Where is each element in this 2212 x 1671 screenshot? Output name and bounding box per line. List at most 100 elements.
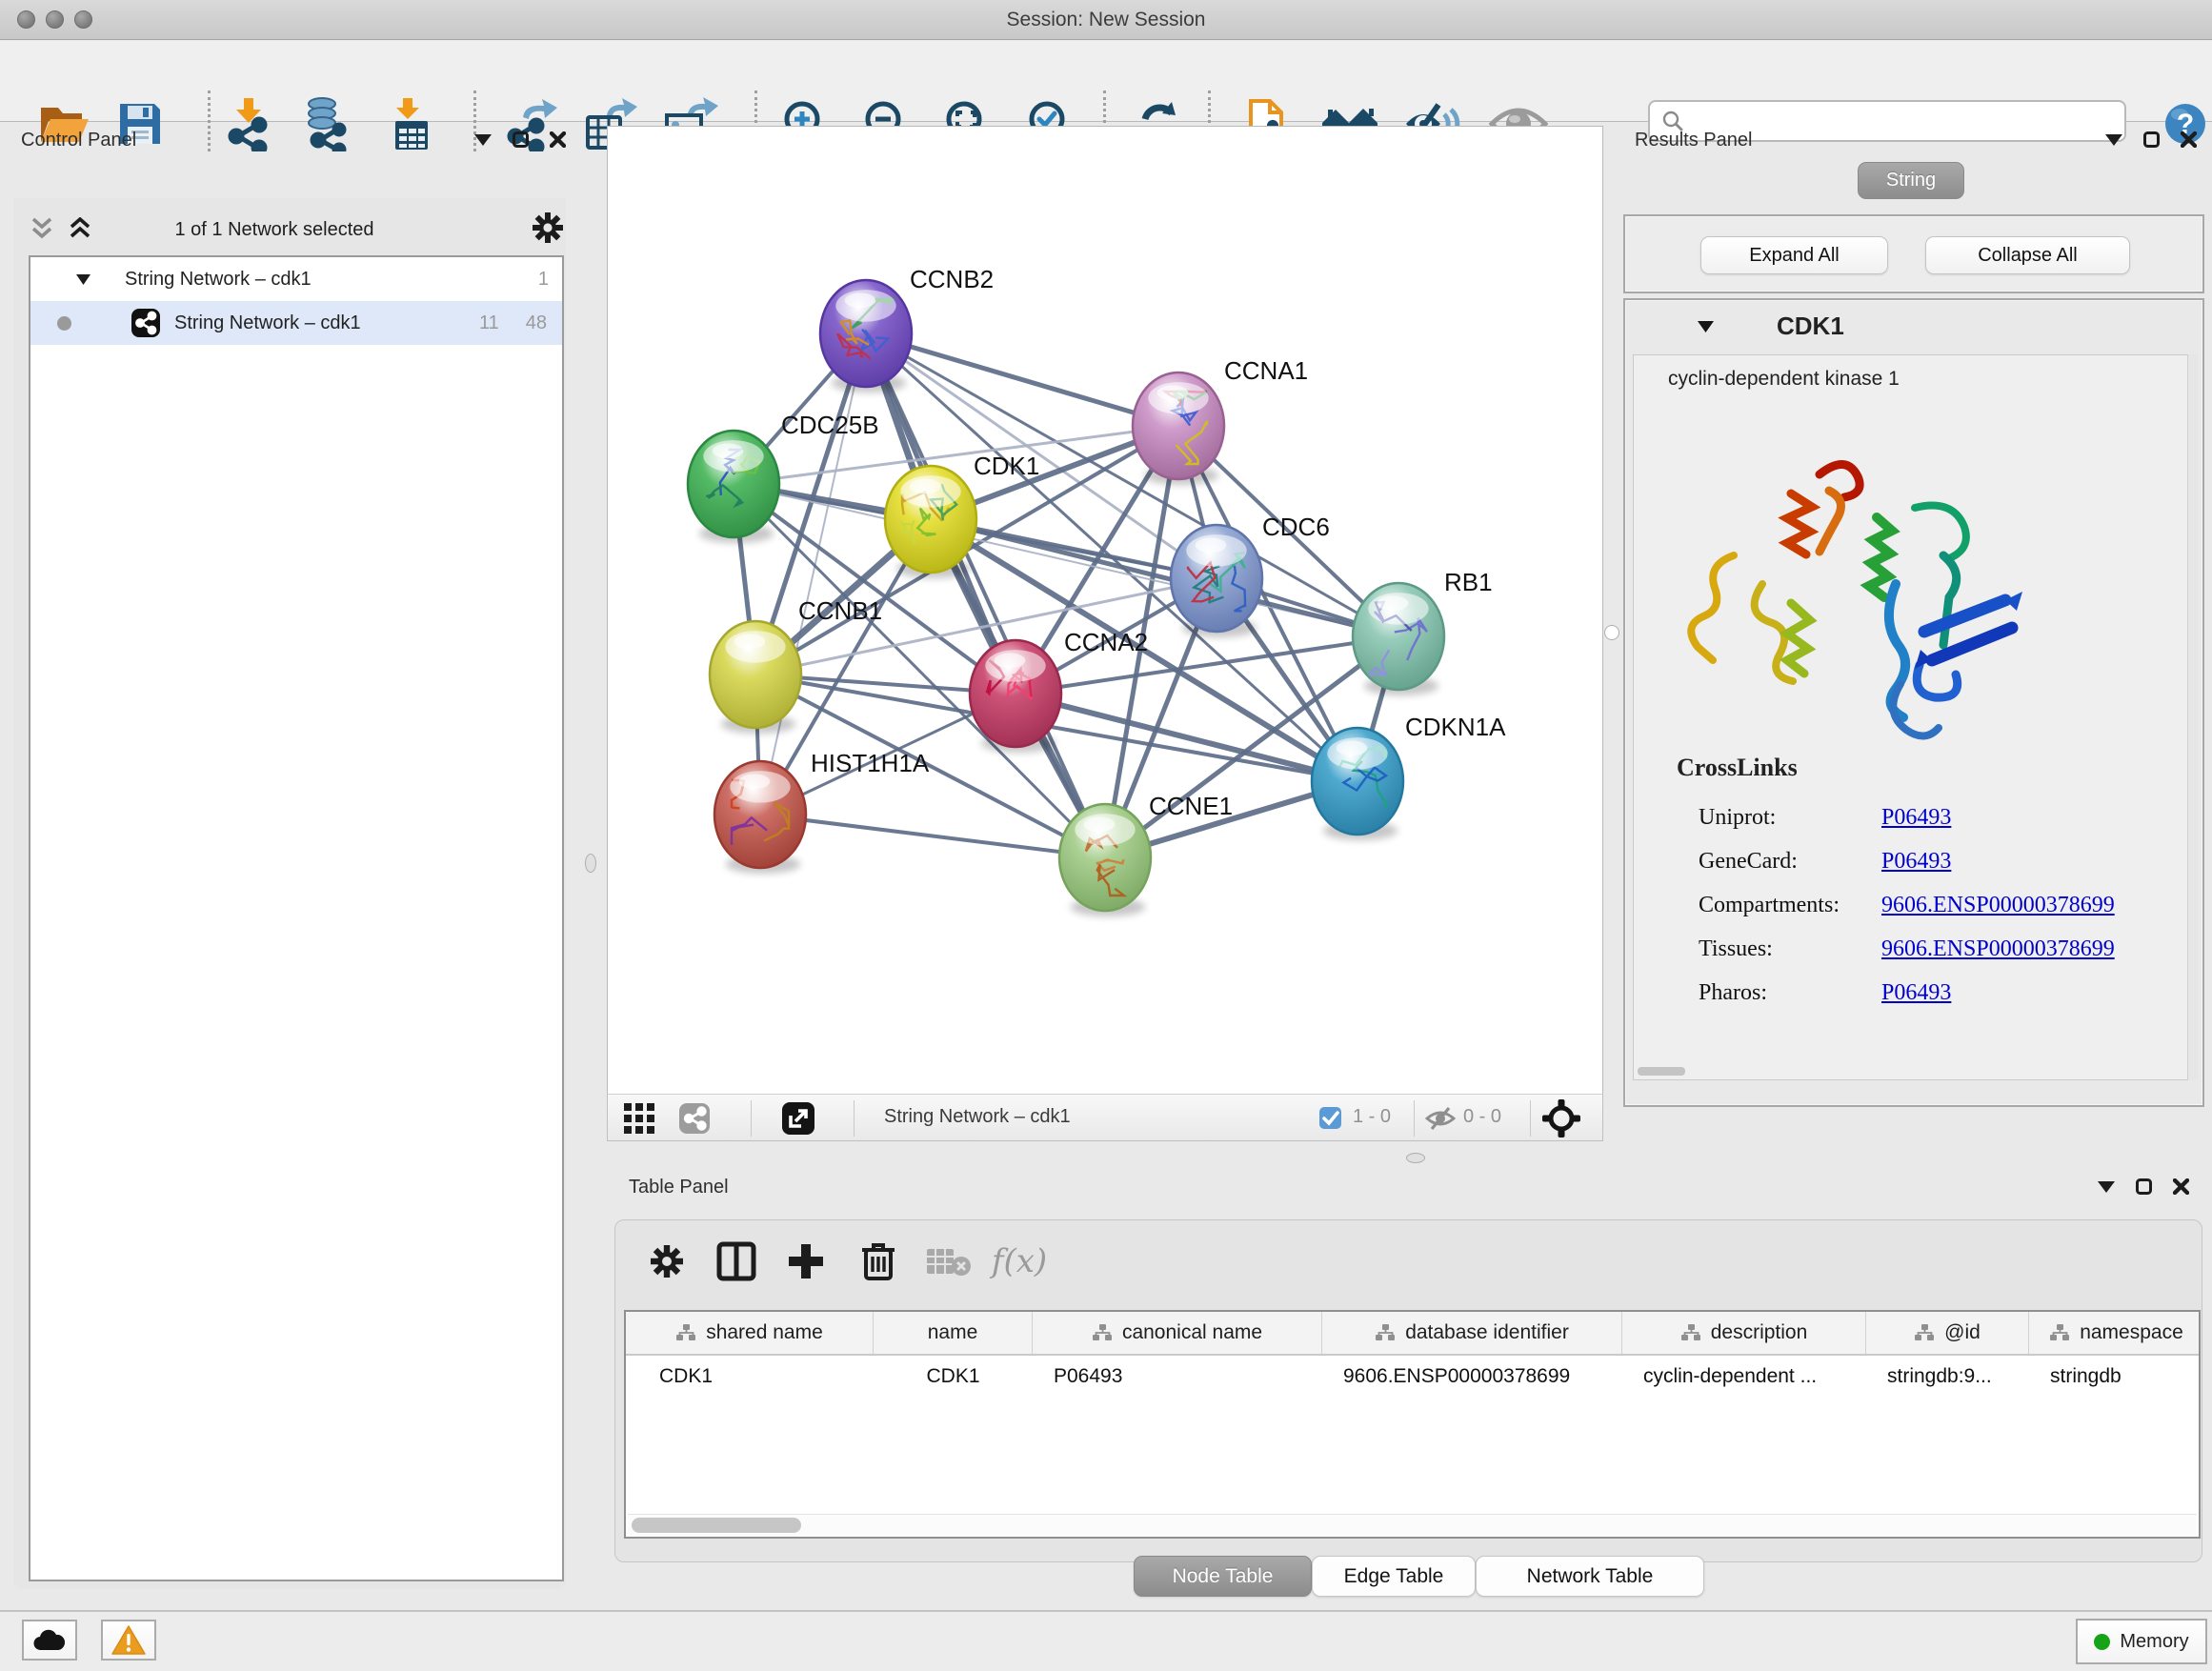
close-panel-icon[interactable] — [2173, 1178, 2189, 1195]
expand-all-button[interactable]: Expand All — [1700, 236, 1888, 274]
open-in-new-window-icon[interactable] — [781, 1101, 815, 1140]
collapse-all-button[interactable]: Collapse All — [1925, 236, 2130, 274]
float-panel-icon[interactable] — [2136, 1178, 2152, 1195]
close-window-icon[interactable] — [17, 10, 35, 29]
network-node-count: 11 — [479, 312, 499, 334]
collapse-panel-icon[interactable] — [474, 134, 492, 146]
network-node-hist1h1a[interactable] — [714, 761, 806, 868]
protein-disclosure-icon[interactable] — [1698, 321, 1714, 332]
crosslink-link[interactable]: 9606.ENSP00000378699 — [1881, 893, 2115, 918]
crosslink-label: Uniprot: — [1699, 805, 1881, 831]
node-label-ccna1: CCNA1 — [1224, 356, 1308, 385]
column-header-canonical-name[interactable]: canonical name — [1033, 1312, 1322, 1354]
crosslink-row: Tissues:9606.ENSP00000378699 — [1699, 927, 2175, 971]
hidden-eye-slash-icon — [1425, 1106, 1456, 1136]
function-icon: f(x) — [992, 1242, 1047, 1280]
column-header-database-identifier[interactable]: database identifier — [1322, 1312, 1622, 1354]
crosslink-link[interactable]: P06493 — [1881, 805, 1951, 831]
network-share-icon[interactable] — [678, 1102, 711, 1139]
collection-disclosure-icon[interactable] — [76, 274, 90, 285]
table-row[interactable]: CDK1CDK1P064939606.ENSP00000378699cyclin… — [626, 1356, 2199, 1398]
warning-status-button[interactable] — [101, 1620, 156, 1661]
crosslinks-list: Uniprot:P06493GeneCard:P06493Compartment… — [1699, 795, 2175, 1015]
column-header-namespace[interactable]: namespace — [2029, 1312, 2201, 1354]
network-node-rb1[interactable] — [1353, 583, 1444, 690]
column-label: canonical name — [1122, 1321, 1262, 1344]
network-node-ccna2[interactable] — [970, 640, 1061, 747]
close-panel-icon[interactable] — [2181, 131, 2197, 148]
network-edge[interactable] — [866, 333, 1178, 426]
network-node-ccnb1[interactable] — [710, 621, 801, 728]
protein-details: cyclin-dependent kinase 1 — [1633, 354, 2195, 1080]
toolbar-separator — [751, 1100, 752, 1137]
network-canvas[interactable]: CCNB2CCNA1CDC25BCDK1CDC6RB1CCNB1CCNA2CDK… — [607, 126, 1603, 1095]
column-label: database identifier — [1405, 1321, 1569, 1344]
table-panel-title: Table Panel — [629, 1177, 729, 1198]
tab-string[interactable]: String — [1858, 162, 1964, 199]
grid-view-icon[interactable] — [623, 1102, 655, 1139]
left-splitter-handle[interactable] — [585, 854, 596, 873]
tree-column-icon — [1680, 1323, 1701, 1342]
split-columns-button[interactable] — [710, 1234, 763, 1289]
column-header-name[interactable]: name — [874, 1312, 1033, 1354]
tab-network-table[interactable]: Network Table — [1476, 1556, 1704, 1597]
network-node-cdk1[interactable] — [885, 466, 976, 573]
column-header-shared-name[interactable]: shared name — [626, 1312, 874, 1354]
birdseye-toggle-icon[interactable] — [1541, 1098, 1581, 1143]
results-hscroll-thumb[interactable] — [1638, 1067, 1685, 1076]
table-gear-button[interactable] — [640, 1234, 694, 1289]
cloud-status-button[interactable] — [22, 1620, 77, 1661]
delete-column-button[interactable] — [852, 1234, 905, 1289]
crosslink-label: Compartments: — [1699, 893, 1881, 918]
column-label: namespace — [2080, 1321, 2183, 1344]
network-node-cdkn1a[interactable] — [1312, 728, 1403, 835]
crosslink-row: GeneCard:P06493 — [1699, 839, 2175, 883]
selected-checkbox-icon[interactable] — [1318, 1106, 1342, 1135]
delete-table-button[interactable] — [922, 1234, 975, 1289]
add-column-button[interactable] — [779, 1234, 833, 1289]
bottom-splitter-handle[interactable] — [1406, 1153, 1425, 1163]
tab-node-table[interactable]: Node Table — [1134, 1556, 1312, 1597]
node-label-ccnb2: CCNB2 — [910, 265, 994, 293]
minimize-window-icon[interactable] — [46, 10, 64, 29]
node-label-ccne1: CCNE1 — [1149, 792, 1233, 820]
network-node-cdc25b[interactable] — [688, 431, 779, 537]
column-header-description[interactable]: description — [1622, 1312, 1866, 1354]
column-header--id[interactable]: @id — [1866, 1312, 2029, 1354]
column-label: description — [1711, 1321, 1808, 1344]
title-bar: Session: New Session — [0, 0, 2212, 40]
results-vscroll-track[interactable] — [2187, 354, 2198, 1080]
column-label: @id — [1944, 1321, 1981, 1344]
maximize-window-icon[interactable] — [74, 10, 92, 29]
close-panel-icon[interactable] — [550, 131, 566, 148]
table-hscroll-thumb[interactable] — [632, 1518, 801, 1533]
window-title: Session: New Session — [0, 9, 2212, 31]
right-splitter-handle[interactable] — [1604, 625, 1619, 640]
memory-button[interactable]: Memory — [2076, 1619, 2207, 1664]
network-node-cdc6[interactable] — [1171, 525, 1262, 632]
network-row[interactable]: String Network – cdk1 11 48 — [30, 301, 562, 345]
crosslink-link[interactable]: 9606.ENSP00000378699 — [1881, 936, 2115, 962]
network-edge[interactable] — [760, 333, 866, 815]
trash-icon — [860, 1240, 896, 1282]
warning-icon — [111, 1625, 146, 1655]
float-panel-icon[interactable] — [2143, 131, 2160, 148]
node-table[interactable]: shared namename canonical name database id… — [624, 1310, 2201, 1539]
float-panel-icon[interactable] — [513, 131, 529, 148]
network-node-ccna1[interactable] — [1133, 372, 1224, 479]
tab-edge-table[interactable]: Edge Table — [1312, 1556, 1476, 1597]
network-collection-row[interactable]: String Network – cdk1 1 — [30, 257, 562, 301]
hidden-node-edge-counts: 0 - 0 — [1463, 1106, 1501, 1128]
table-hscroll-track[interactable] — [628, 1514, 2197, 1535]
delete-table-icon — [926, 1245, 972, 1278]
function-builder-button[interactable]: f(x) — [993, 1234, 1046, 1289]
network-edge[interactable] — [866, 333, 1105, 857]
network-node-ccne1[interactable] — [1059, 804, 1151, 911]
network-options-gear-icon[interactable] — [530, 210, 566, 251]
collapse-panel-icon[interactable] — [2098, 1181, 2115, 1193]
network-node-ccnb2[interactable] — [820, 280, 912, 387]
network-edge[interactable] — [760, 815, 1105, 857]
crosslink-link[interactable]: P06493 — [1881, 980, 1951, 1006]
crosslink-link[interactable]: P06493 — [1881, 849, 1951, 875]
collapse-panel-icon[interactable] — [2105, 134, 2122, 146]
